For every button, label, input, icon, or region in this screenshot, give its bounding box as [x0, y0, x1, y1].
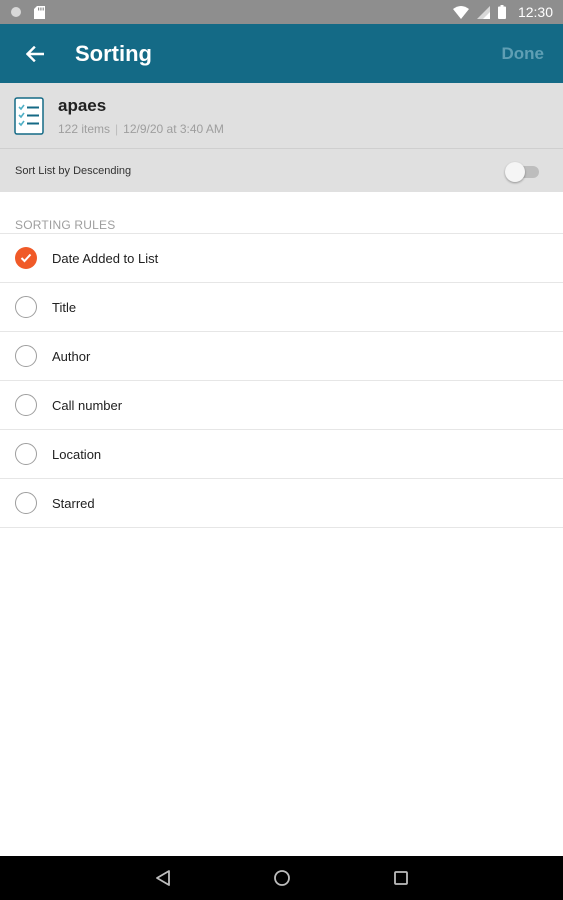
wifi-icon	[452, 5, 469, 19]
battery-icon	[497, 5, 506, 19]
sort-option-label: Call number	[52, 397, 123, 413]
sort-descending-row: Sort List by Descending	[0, 148, 563, 192]
sort-descending-label: Sort List by Descending	[15, 164, 132, 177]
back-triangle-icon	[155, 870, 170, 886]
nav-back-button[interactable]	[151, 866, 175, 890]
list-header: apaes 122 items | 12/9/20 at 3:40 AM	[0, 83, 563, 148]
back-button[interactable]	[0, 24, 70, 83]
radio-unchecked-icon	[15, 492, 37, 514]
sort-option-label: Title	[52, 299, 77, 315]
arrow-back-icon	[26, 45, 44, 62]
radio-unchecked-icon	[15, 443, 37, 465]
app-bar: Sorting Done	[0, 24, 563, 83]
signal-icon	[476, 5, 490, 19]
sort-option-author[interactable]: Author	[0, 332, 563, 381]
sort-option-label: Location	[52, 446, 102, 462]
status-bar: 12:30	[0, 0, 563, 24]
sorting-rules-heading: SORTING RULES	[15, 218, 116, 232]
nav-recents-button[interactable]	[389, 866, 413, 890]
sort-option-location[interactable]: Location	[0, 430, 563, 479]
page-title: Sorting	[75, 40, 152, 66]
done-button[interactable]: Done	[502, 44, 545, 64]
sort-option-label: Starred	[52, 495, 95, 511]
sort-option-title[interactable]: Title	[0, 283, 563, 332]
sort-option-label: Date Added to List	[52, 250, 159, 266]
navigation-bar	[0, 856, 563, 900]
checklist-icon	[14, 96, 44, 135]
notification-dot-icon	[11, 7, 21, 17]
meta-separator: |	[115, 121, 119, 136]
list-date: 12/9/20 at 3:40 AM	[123, 121, 224, 136]
recents-square-icon	[393, 871, 408, 885]
sort-option-starred[interactable]: Starred	[0, 479, 563, 528]
nav-home-button[interactable]	[270, 866, 294, 890]
sd-card-icon	[34, 5, 45, 19]
sort-option-call-number[interactable]: Call number	[0, 381, 563, 430]
sort-descending-toggle[interactable]	[505, 162, 539, 182]
radio-unchecked-icon	[15, 345, 37, 367]
sort-option-date-added[interactable]: Date Added to List	[0, 234, 563, 283]
status-time: 12:30	[517, 4, 553, 20]
sorting-rules-list: Date Added to List Title Author Call num…	[0, 233, 563, 528]
radio-unchecked-icon	[15, 296, 37, 318]
list-name: apaes	[58, 95, 107, 115]
list-item-count: 122 items	[58, 121, 111, 136]
sort-option-label: Author	[52, 348, 91, 364]
home-circle-icon	[273, 870, 290, 886]
radio-unchecked-icon	[15, 394, 37, 416]
radio-checked-icon	[15, 247, 37, 269]
toggle-thumb	[505, 162, 525, 182]
